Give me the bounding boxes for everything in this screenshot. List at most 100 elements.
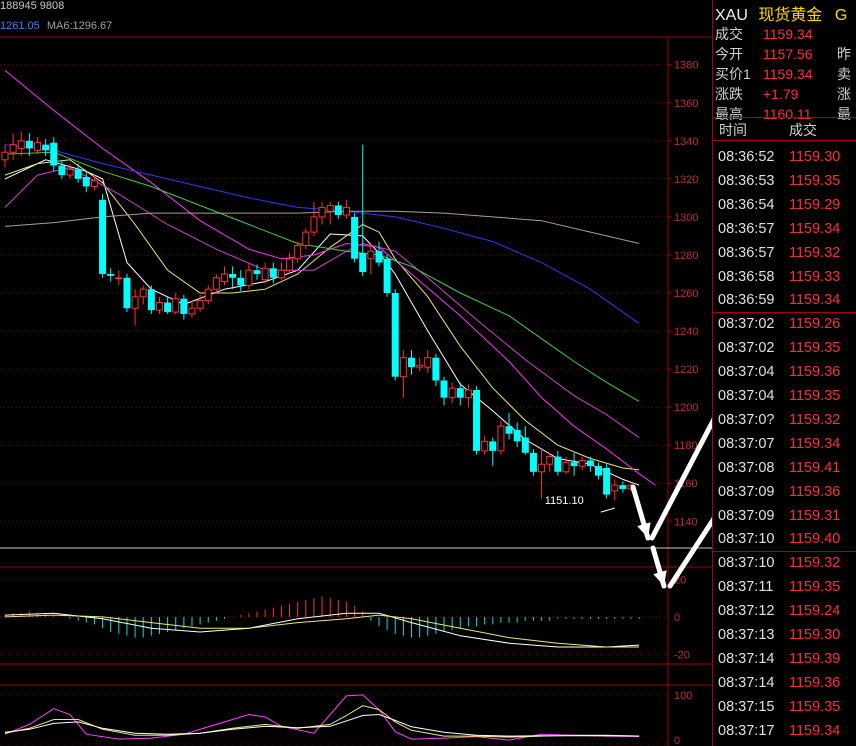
trade-time: 08:37:07: [718, 435, 775, 452]
quote-row: 今开 1157.56 昨: [715, 44, 851, 64]
candle-body-up: [277, 269, 285, 279]
candle-body-down: [375, 251, 383, 263]
candle-body-down: [253, 270, 261, 274]
candle-body-down: [383, 258, 391, 293]
trade-row: 08:37:13 1159.30: [713, 624, 856, 648]
candle-body-up: [310, 216, 318, 233]
candle-body-down: [147, 289, 155, 311]
candle-body-up: [245, 269, 253, 286]
trade-row: 08:37:15 1159.35: [713, 696, 856, 720]
trade-price: 1159.34: [789, 722, 841, 739]
trade-price: 1159.40: [789, 531, 841, 548]
trade-price: 1159.31: [789, 507, 841, 524]
candle-body-up: [17, 140, 25, 149]
trade-price: 1159.36: [789, 364, 841, 381]
candle-body-down: [440, 380, 448, 398]
candle-body-up: [578, 459, 586, 467]
candle-body-up: [294, 244, 302, 260]
candle-body-down: [432, 357, 440, 381]
low-price-annotation: 1151.10: [545, 495, 584, 507]
candle-body-down: [50, 142, 58, 166]
candle-body-down: [408, 357, 415, 368]
trade-time: 08:36:52: [718, 149, 775, 165]
quote-label: 今开: [715, 46, 743, 62]
candle-body-down: [107, 273, 115, 276]
candle-body-up: [196, 300, 204, 309]
trade-time: 08:36:57: [718, 244, 775, 261]
trade-time: 08:37:17: [718, 722, 775, 739]
candle-body-up: [464, 389, 472, 399]
candle-body-up: [538, 463, 546, 473]
candle-body-down: [473, 390, 481, 451]
ma-value: 1261.05: [0, 20, 40, 32]
candle-body-down: [123, 277, 131, 309]
trade-row: 08:37:02 1159.26: [713, 313, 856, 337]
trade-time: 08:37:14: [718, 674, 775, 691]
quote-label: 成交: [715, 26, 743, 42]
trade-time: 08:36:54: [718, 196, 775, 213]
instrument-name: 现货黄金: [758, 7, 823, 24]
trade-price: 1159.30: [789, 627, 841, 643]
candle-body-up: [399, 357, 407, 378]
trade-row: 08:37:04 1159.36: [713, 361, 856, 385]
ma-info: 1261.05 MA6:1296.67: [0, 20, 112, 32]
candle-body-down: [529, 452, 537, 472]
macd-tick-label: 0: [674, 612, 680, 624]
candle-body-up: [286, 258, 294, 271]
trade-price: 1159.32: [789, 555, 841, 572]
instrument-name-extra: G: [834, 7, 848, 24]
candle-body-up: [497, 425, 505, 452]
candle-body-down: [74, 169, 82, 179]
candle-body-up: [342, 206, 350, 216]
trade-price: 1159.35: [789, 698, 841, 715]
chart-area[interactable]: 1380 1360 1340 1320 1300 1280 1260 1240 1220 1200…: [0, 0, 712, 746]
quote-label: 涨跌: [715, 86, 743, 102]
trade-price: 1159.24: [789, 603, 841, 620]
ma6-label: MA6:1296.67: [46, 20, 113, 32]
quote-panel: XAU 现货黄金 G 成交 1159.34 今开 1157.56 昨买价1 1159.34…: [712, 0, 856, 746]
trade-time: 08:36:59: [718, 292, 775, 309]
trade-time: 08:37:15: [718, 698, 775, 715]
trade-row: 08:37:08 1159.41: [713, 457, 856, 481]
trade-row: 08:36:52 1159.30: [713, 146, 856, 170]
trade-row: 08:36:54 1159.29: [713, 194, 856, 218]
trade-price: 1159.32: [789, 411, 841, 428]
trade-row: 08:37:09 1159.36: [713, 481, 856, 505]
symbol: XAU: [715, 7, 748, 24]
candle-body-up: [66, 168, 74, 176]
trade-price: 1159.34: [789, 435, 841, 452]
candle-body-down: [619, 485, 627, 489]
trade-row: 08:37:02 1159.35: [713, 337, 856, 361]
candle-body-up: [611, 484, 619, 492]
quote-row: 成交 1159.34: [715, 24, 837, 44]
trade-row: 08:37:04 1159.35: [713, 385, 856, 409]
trade-row: 08:37:11 1159.35: [713, 576, 856, 600]
price-tick-label: 1180: [674, 440, 698, 452]
candle-body-down: [359, 253, 367, 273]
trade-row: 08:36:53 1159.35: [713, 170, 856, 194]
trade-time: 08:37:02: [718, 340, 775, 357]
trade-time: 08:37:11: [718, 579, 774, 596]
trade-price: 1159.29: [789, 196, 841, 213]
candle-body-up: [221, 273, 229, 283]
trade-price: 1159.35: [789, 579, 841, 596]
quote-extra-label: 昨: [837, 46, 851, 62]
price-tick-label: 1300: [674, 212, 698, 224]
trade-time: 08:37:13: [718, 627, 775, 643]
quote-value: 1159.34: [763, 26, 813, 42]
quote-row: 涨跌 +1.79 涨: [715, 84, 851, 104]
quote-value: 1159.34: [763, 66, 813, 82]
candle-body-down: [58, 165, 66, 176]
trade-price: 1159.36: [789, 674, 841, 691]
candle-body-up: [326, 204, 334, 212]
candle-body-up: [546, 456, 554, 465]
top-info-text: 188945 9808: [0, 0, 65, 12]
candle-body-up: [416, 364, 424, 368]
candle-body-up: [204, 288, 212, 302]
trade-time: 08:37:12: [718, 603, 775, 620]
trades-header-price: 成交: [789, 122, 817, 138]
trade-price: 1159.26: [789, 316, 841, 333]
quote-extra-label: 涨: [837, 86, 851, 102]
price-tick-label: 1360: [674, 98, 698, 110]
candle-body-up: [139, 288, 147, 298]
